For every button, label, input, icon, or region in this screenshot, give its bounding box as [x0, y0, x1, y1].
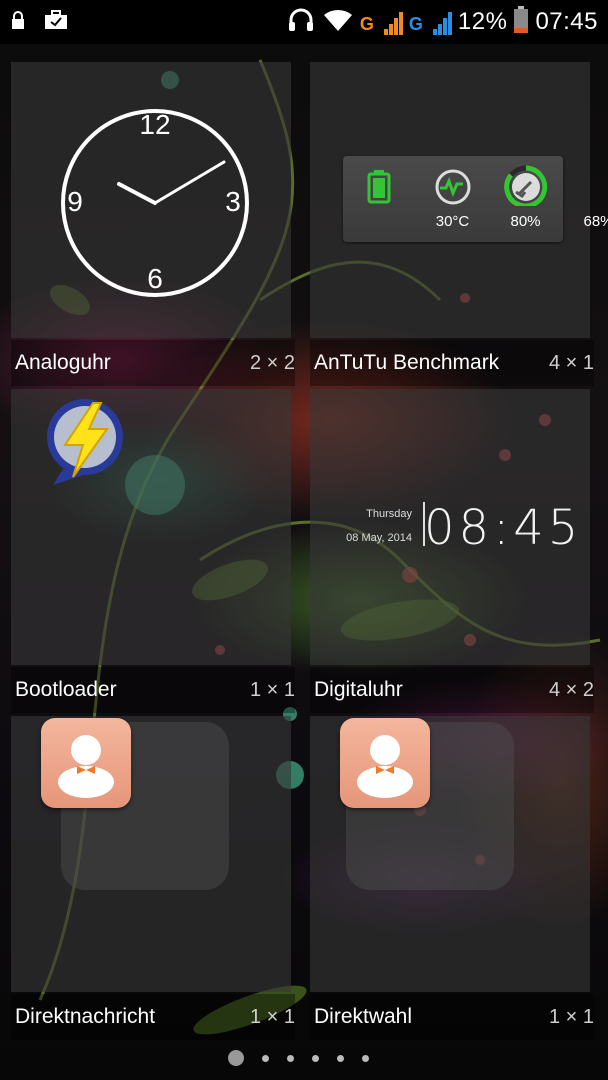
signal-icon: G [360, 9, 403, 35]
battery-icon [513, 5, 529, 39]
wifi-icon [322, 7, 354, 38]
contact-icon [41, 718, 131, 808]
widget-preview-bootloader[interactable] [11, 389, 291, 665]
widget-size: 1 × 1 [249, 678, 295, 701]
clock-number-12: 12 [139, 109, 170, 140]
page-dot[interactable] [262, 1054, 269, 1062]
widget-label-row: AnTuTu Benchmark 4 × 1 [310, 340, 594, 386]
widget-name: Bootloader [15, 678, 117, 701]
widget-name: Direktwahl [314, 1005, 413, 1028]
digital-clock-time: 08:45 [424, 500, 583, 556]
widget-label-row: Analoguhr 2 × 2 [11, 340, 295, 386]
widget-label-row: Digitaluhr 4 × 2 [310, 667, 594, 713]
clock-number-9: 9 [67, 186, 83, 217]
pulse-icon [435, 169, 471, 205]
page-indicator[interactable] [228, 1050, 369, 1066]
contact-icon [340, 718, 430, 808]
battery-percent: 12% [457, 8, 508, 35]
lock-icon [10, 10, 26, 35]
widget-size: 4 × 1 [548, 351, 594, 374]
network-type-2: G [408, 14, 423, 34]
minute-hand [153, 160, 226, 205]
antutu-mem-value: 68% [583, 213, 608, 230]
widget-label-row: Direktwahl 1 × 1 [310, 994, 594, 1040]
digital-clock-day: Thursday [366, 508, 412, 520]
widget-label-row: Bootloader 1 × 1 [11, 667, 295, 713]
widget-name: AnTuTu Benchmark [314, 351, 500, 374]
briefcase-icon [44, 9, 68, 35]
widget-name: Digitaluhr [314, 678, 403, 701]
page-dot[interactable] [312, 1054, 319, 1062]
widget-size: 1 × 1 [249, 1005, 295, 1028]
widget-size: 2 × 2 [249, 351, 295, 374]
clock-number-6: 6 [147, 263, 163, 294]
widget-label-row: Direktnachricht 1 × 1 [11, 994, 295, 1040]
signal-icon: G [409, 9, 452, 35]
widget-size: 4 × 2 [548, 678, 594, 701]
antutu-mem-cell: 68% [489, 156, 608, 242]
page-dot[interactable] [362, 1054, 369, 1062]
battery-icon [367, 170, 391, 204]
headset-icon [286, 6, 316, 39]
network-type-1: G [359, 14, 374, 34]
page-dot-active[interactable] [228, 1050, 244, 1066]
analog-clock: 12 3 6 9 [61, 109, 249, 297]
antutu-cpu-cell: 80% [416, 156, 541, 242]
widget-name: Direktnachricht [15, 1005, 156, 1028]
bootloader-lightning-icon [47, 399, 123, 485]
antutu-temp-cell: 30°C [343, 156, 469, 242]
clock-number-3: 3 [225, 186, 241, 217]
page-dot[interactable] [337, 1054, 344, 1062]
status-bar: G G 12% 07:45 [0, 0, 608, 44]
digital-clock-date: 08 May, 2014 [346, 532, 412, 544]
clock: 07:45 [535, 8, 598, 35]
widget-size: 1 × 1 [548, 1005, 594, 1028]
broom-icon [504, 165, 548, 209]
hour-hand [117, 182, 157, 205]
widget-name: Analoguhr [15, 351, 111, 374]
widget-preview-direktnachricht[interactable] [11, 716, 291, 992]
widget-preview-direktwahl[interactable] [310, 716, 590, 992]
page-dot[interactable] [287, 1054, 294, 1062]
antutu-widget: 30°C 80% 68% [343, 156, 608, 242]
widget-preview-analoguhr[interactable]: 12 3 6 9 [11, 62, 291, 338]
